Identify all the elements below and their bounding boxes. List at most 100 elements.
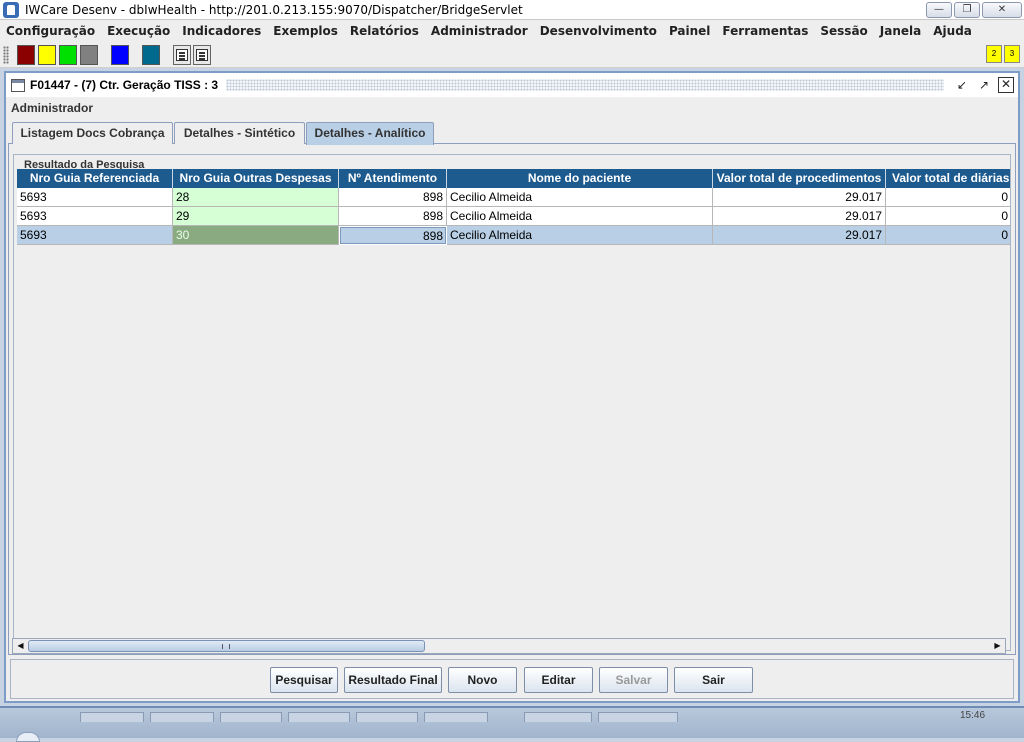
cell-valor-diarias[interactable]: 0: [886, 207, 1010, 226]
menu-desenvolvimento[interactable]: Desenvolvimento: [534, 24, 663, 38]
internal-frame: F01447 - (7) Ctr. Geração TISS : 3 ↙ ↗ ✕…: [4, 71, 1020, 703]
window-controls: — ❐ ✕: [926, 2, 1022, 18]
scroll-right-icon[interactable]: ▶: [990, 639, 1005, 653]
cell-valor-procedimentos[interactable]: 29.017: [713, 188, 886, 207]
salvar-button[interactable]: Salvar: [599, 667, 668, 693]
frame-title: F01447 - (7) Ctr. Geração TISS : 3: [30, 78, 219, 92]
horizontal-scrollbar[interactable]: ◀ ▶: [12, 638, 1006, 654]
tree-view-button[interactable]: [173, 45, 191, 65]
app-icon: [3, 1, 19, 18]
title-bar-grip: [226, 79, 944, 91]
start-orb-icon[interactable]: [16, 732, 40, 742]
tab-content-panel: Resultado da Pesquisa Nro Guia Referenci…: [8, 144, 1016, 655]
column-header-numero-atendimento[interactable]: Nº Atendimento: [339, 169, 447, 188]
color-swatch-blue[interactable]: [111, 45, 129, 65]
window-list-button[interactable]: [193, 45, 211, 65]
notification-badge-2[interactable]: 2: [986, 45, 1002, 63]
scrollbar-thumb[interactable]: [28, 640, 425, 652]
cell-nome-paciente[interactable]: Cecilio Almeida: [447, 226, 713, 245]
cell-guia-referenciada[interactable]: 5693: [17, 226, 173, 245]
cell-nome-paciente[interactable]: Cecilio Almeida: [447, 188, 713, 207]
menu-ajuda[interactable]: Ajuda: [927, 24, 978, 38]
scroll-left-icon[interactable]: ◀: [13, 639, 28, 653]
taskbar: 15:46: [0, 706, 1024, 742]
cell-atendimento[interactable]: 898: [339, 188, 447, 207]
table-header: Nro Guia Referenciada Nro Guia Outras De…: [17, 169, 1010, 188]
cell-valor-diarias[interactable]: 0: [886, 188, 1010, 207]
table-row[interactable]: 5693 29 898 Cecilio Almeida 29.017 0: [17, 207, 1010, 226]
taskbar-item[interactable]: [524, 712, 592, 722]
taskbar-item[interactable]: [220, 712, 282, 722]
menu-indicadores[interactable]: Indicadores: [176, 24, 267, 38]
frame-close-icon[interactable]: ✕: [998, 77, 1014, 93]
column-header-valor-total-procedimentos[interactable]: Valor total de procedimentos: [713, 169, 886, 188]
pesquisar-button[interactable]: Pesquisar: [270, 667, 338, 693]
menu-administrador[interactable]: Administrador: [425, 24, 534, 38]
toolbar: [0, 42, 1024, 68]
cell-guia-referenciada[interactable]: 5693: [17, 207, 173, 226]
taskbar-item[interactable]: [424, 712, 488, 722]
editar-button[interactable]: Editar: [524, 667, 593, 693]
tab-detalhes-analitico[interactable]: Detalhes - Analítico: [306, 122, 434, 145]
taskbar-clock: 15:46: [960, 710, 986, 721]
frame-title-bar[interactable]: F01447 - (7) Ctr. Geração TISS : 3 ↙ ↗ ✕: [6, 73, 1018, 97]
frame-maximize-icon[interactable]: ↗: [976, 77, 992, 93]
window-title: IWCare Desenv - dbIwHealth - http://201.…: [25, 2, 523, 17]
cell-atendimento-focused[interactable]: 898: [339, 226, 447, 245]
cell-guia-outras-despesas[interactable]: 30: [173, 226, 339, 245]
cell-nome-paciente[interactable]: Cecilio Almeida: [447, 207, 713, 226]
menu-execucao[interactable]: Execução: [101, 24, 176, 38]
window-title-bar: IWCare Desenv - dbIwHealth - http://201.…: [0, 0, 1024, 20]
cell-valor-procedimentos[interactable]: 29.017: [713, 226, 886, 245]
tab-listagem-docs-cobranca[interactable]: Listagem Docs Cobrança: [12, 122, 173, 144]
cell-valor-diarias[interactable]: 0: [886, 226, 1010, 245]
color-swatch-dark-red[interactable]: [17, 45, 35, 65]
notification-badge-3[interactable]: 3: [1004, 45, 1020, 63]
menu-janela[interactable]: Janela: [874, 24, 927, 38]
table-row-selected[interactable]: 5693 30 898 Cecilio Almeida 29.017 0: [17, 226, 1010, 245]
table-row[interactable]: 5693 28 898 Cecilio Almeida 29.017 0: [17, 188, 1010, 207]
cell-valor-procedimentos[interactable]: 29.017: [713, 207, 886, 226]
button-bar: Pesquisar Resultado Final Novo Editar Sa…: [10, 659, 1014, 699]
frame-minimize-icon[interactable]: ↙: [954, 77, 970, 93]
menu-painel[interactable]: Painel: [663, 24, 716, 38]
sair-button[interactable]: Sair: [674, 667, 753, 693]
tab-detalhes-sintetico[interactable]: Detalhes - Sintético: [174, 122, 305, 144]
column-header-nro-guia-referenciada[interactable]: Nro Guia Referenciada: [17, 169, 173, 188]
taskbar-item[interactable]: [288, 712, 350, 722]
cell-guia-outras-despesas[interactable]: 28: [173, 188, 339, 207]
color-swatch-green[interactable]: [59, 45, 77, 65]
cell-guia-outras-despesas[interactable]: 29: [173, 207, 339, 226]
color-swatch-gray[interactable]: [80, 45, 98, 65]
cell-guia-referenciada[interactable]: 5693: [17, 188, 173, 207]
frame-controls: ↙ ↗ ✕: [954, 77, 1014, 93]
results-table[interactable]: Nro Guia Referenciada Nro Guia Outras De…: [17, 169, 1010, 619]
toolbar-grip-icon[interactable]: [3, 46, 9, 64]
menu-relatorios[interactable]: Relatórios: [344, 24, 425, 38]
window-list-icon: [196, 49, 208, 61]
taskbar-item[interactable]: [598, 712, 678, 722]
menu-ferramentas[interactable]: Ferramentas: [716, 24, 814, 38]
close-button[interactable]: ✕: [982, 2, 1022, 18]
taskbar-item[interactable]: [150, 712, 214, 722]
section-label: Administrador: [11, 101, 94, 115]
resultado-final-button[interactable]: Resultado Final: [344, 667, 442, 693]
cell-atendimento[interactable]: 898: [339, 207, 447, 226]
results-group: Resultado da Pesquisa Nro Guia Referenci…: [13, 154, 1011, 651]
color-swatch-teal[interactable]: [142, 45, 160, 65]
novo-button[interactable]: Novo: [448, 667, 517, 693]
minimize-button[interactable]: —: [926, 2, 952, 18]
color-swatch-yellow[interactable]: [38, 45, 56, 65]
taskbar-item[interactable]: [356, 712, 418, 722]
menu-configuracao[interactable]: Configuração: [0, 24, 101, 38]
menu-sessao[interactable]: Sessão: [814, 24, 873, 38]
column-header-valor-total-diarias[interactable]: Valor total de diárias: [886, 169, 1010, 188]
column-header-nro-guia-outras-despesas[interactable]: Nro Guia Outras Despesas: [173, 169, 339, 188]
menu-exemplos[interactable]: Exemplos: [267, 24, 344, 38]
column-header-nome-paciente[interactable]: Nome do paciente: [447, 169, 713, 188]
tab-bar: Listagem Docs Cobrança Detalhes - Sintét…: [8, 122, 1016, 145]
taskbar-item[interactable]: [80, 712, 144, 722]
maximize-button[interactable]: ❐: [954, 2, 980, 18]
frame-window-icon: [11, 78, 25, 92]
menu-bar: Configuração Execução Indicadores Exempl…: [0, 20, 1024, 42]
